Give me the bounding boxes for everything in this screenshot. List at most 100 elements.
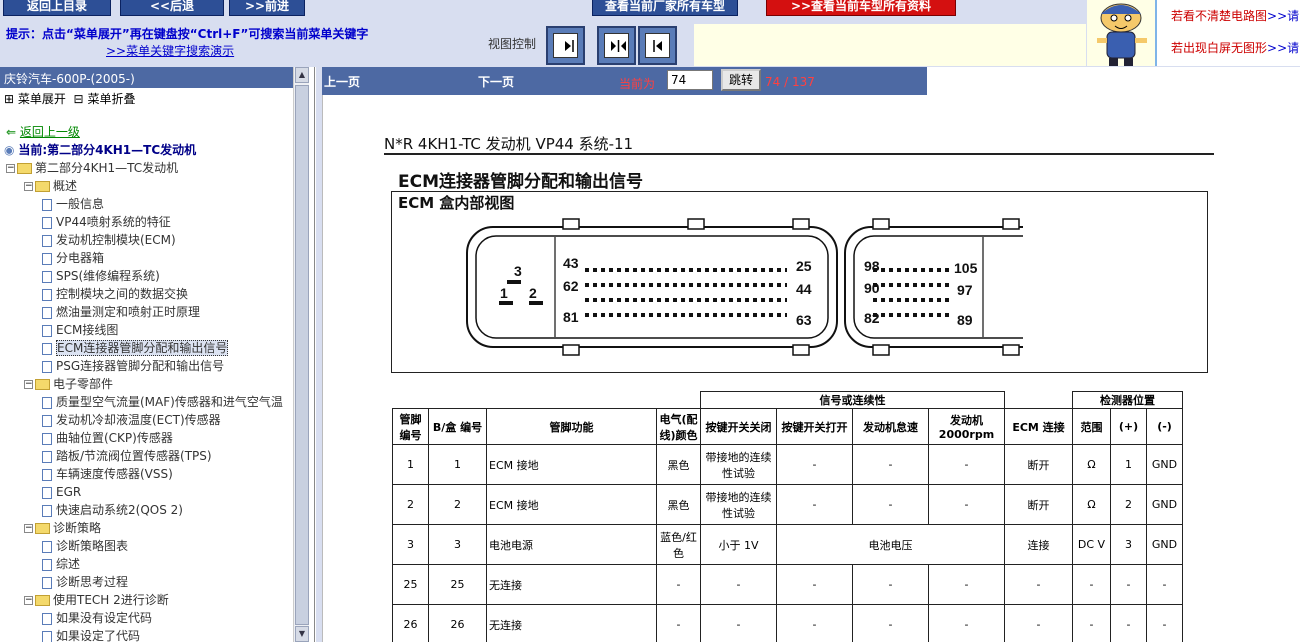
- table-cell: -: [700, 604, 777, 642]
- tree-item[interactable]: 分电器箱: [42, 249, 104, 267]
- menu-expand-button[interactable]: 菜单展开: [18, 92, 66, 106]
- page-count: 74 / 137: [765, 75, 815, 89]
- view-model-data-button[interactable]: >>查看当前车型所有资料: [766, 0, 956, 16]
- tree-item[interactable]: EGR: [42, 483, 81, 501]
- back-up-link[interactable]: ⇐ 返回上一级: [6, 123, 80, 141]
- tree-item[interactable]: 踏板/节流阀位置传感器(TPS): [42, 447, 212, 465]
- tree-item[interactable]: 诊断策略图表: [42, 537, 128, 555]
- tree-item[interactable]: 发动机冷却液温度(ECT)传感器: [42, 411, 221, 429]
- view-all-models-button[interactable]: 查看当前厂家所有车型: [592, 0, 738, 16]
- promo-link-1[interactable]: >>请: [1267, 9, 1299, 23]
- collapse-toggle-icon[interactable]: −: [24, 380, 33, 389]
- menu-collapse-button[interactable]: 菜单折叠: [87, 92, 135, 106]
- page-number-input[interactable]: 74: [667, 70, 713, 90]
- tree-item[interactable]: SPS(维修编程系统): [42, 267, 160, 285]
- tree-item[interactable]: 控制模块之间的数据交换: [42, 285, 188, 303]
- tree-item-label[interactable]: 控制模块之间的数据交换: [56, 287, 188, 301]
- tree-item-label[interactable]: 诊断策略图表: [56, 539, 128, 553]
- sidebar-scrollbar[interactable]: ▲ ▼: [293, 67, 309, 642]
- view-expand-left-button[interactable]: [638, 26, 677, 65]
- tree-item-label[interactable]: EGR: [56, 485, 81, 499]
- tree-item-label[interactable]: 第二部分4KH1—TC发动机: [35, 161, 178, 175]
- collapse-toggle-icon[interactable]: −: [6, 164, 15, 173]
- tree-item-label[interactable]: 概述: [53, 179, 77, 193]
- tree-folder[interactable]: − 使用TECH 2进行诊断: [24, 591, 169, 609]
- pin-label-90: 90: [864, 280, 880, 296]
- tree-item-label[interactable]: 一般信息: [56, 197, 104, 211]
- page-icon: [42, 468, 52, 481]
- forward-button[interactable]: >>前进: [229, 0, 305, 16]
- tree-item[interactable]: 诊断思考过程: [42, 573, 128, 591]
- table-cell: ECM 接地: [486, 484, 657, 525]
- search-demo-link[interactable]: >>菜单关键字搜索演示: [106, 42, 234, 59]
- tree-item-label[interactable]: VP44喷射系统的特征: [56, 215, 171, 229]
- tree-item-label[interactable]: 快速启动系统2(QOS 2): [56, 503, 183, 517]
- tree-item[interactable]: 综述: [42, 555, 80, 573]
- tree-item-label[interactable]: 使用TECH 2进行诊断: [53, 593, 169, 607]
- table-cell: -: [928, 484, 1005, 525]
- table-cell: 1: [428, 444, 487, 485]
- tree-item-label[interactable]: 曲轴位置(CKP)传感器: [56, 431, 173, 445]
- table-cell: -: [852, 444, 929, 485]
- tree-item-label[interactable]: PSG连接器管脚分配和输出信号: [56, 359, 224, 373]
- tree-item[interactable]: 快速启动系统2(QOS 2): [42, 501, 183, 519]
- tree-item[interactable]: 曲轴位置(CKP)传感器: [42, 429, 173, 447]
- back-up-label[interactable]: 返回上一级: [20, 125, 80, 139]
- table-cell: GND: [1146, 524, 1183, 565]
- tree-item-label[interactable]: 如果没有设定代码: [56, 611, 152, 625]
- tree-item-label[interactable]: 踏板/节流阀位置传感器(TPS): [56, 449, 212, 463]
- hint-text: 提示：点击“菜单展开”再在键盘按“Ctrl+F”可搜索当前菜单关键字: [6, 27, 369, 41]
- collapse-toggle-icon[interactable]: −: [24, 182, 33, 191]
- scroll-thumb[interactable]: [295, 85, 309, 625]
- tree-item-label[interactable]: 电子零部件: [53, 377, 113, 391]
- tree-item-label[interactable]: ECM接线图: [56, 323, 118, 337]
- tree-item-label[interactable]: ECM连接器管脚分配和输出信号: [56, 340, 229, 356]
- view-expand-right-button[interactable]: [546, 26, 585, 65]
- tree-item-label[interactable]: 发动机控制模块(ECM): [56, 233, 176, 247]
- tree-item[interactable]: 如果没有设定代码: [42, 609, 152, 627]
- tree-item[interactable]: 如果设定了代码: [42, 627, 140, 642]
- home-button[interactable]: 返回上目录: [3, 0, 111, 16]
- promo-link-2[interactable]: >>请: [1267, 41, 1299, 55]
- tree-item-label[interactable]: 如果设定了代码: [56, 629, 140, 642]
- tree-item-label[interactable]: 诊断思考过程: [56, 575, 128, 589]
- tree-folder[interactable]: − 概述: [24, 177, 77, 195]
- collapse-toggle-icon[interactable]: −: [24, 596, 33, 605]
- tree-item-label[interactable]: 综述: [56, 557, 80, 571]
- tree-item[interactable]: 质量型空气流量(MAF)传感器和进气空气温: [42, 393, 283, 411]
- view-split-button[interactable]: [597, 26, 636, 65]
- tree-folder[interactable]: − 第二部分4KH1—TC发动机: [6, 159, 178, 177]
- menu-collapse-icon: ⊟: [73, 92, 84, 106]
- page-icon: [42, 360, 52, 373]
- tree-item[interactable]: 一般信息: [42, 195, 104, 213]
- tree-item[interactable]: PSG连接器管脚分配和输出信号: [42, 357, 224, 375]
- tree-folder[interactable]: − 诊断策略: [24, 519, 101, 537]
- tree-item[interactable]: 燃油量测定和喷射正时原理: [42, 303, 200, 321]
- scroll-up-icon[interactable]: ▲: [295, 67, 309, 83]
- tree-item-label[interactable]: SPS(维修编程系统): [56, 269, 160, 283]
- table-cell: GND: [1146, 444, 1183, 485]
- notice-area: [694, 24, 1086, 66]
- tree-item-label[interactable]: 质量型空气流量(MAF)传感器和进气空气温: [56, 395, 283, 409]
- go-button[interactable]: 跳转: [721, 69, 761, 91]
- pin-label-2: 2: [529, 285, 537, 301]
- tree-item-label[interactable]: 分电器箱: [56, 251, 104, 265]
- tree-item-label[interactable]: 诊断策略: [53, 521, 101, 535]
- tree-item-label[interactable]: 发动机冷却液温度(ECT)传感器: [56, 413, 221, 427]
- scroll-down-icon[interactable]: ▼: [295, 626, 309, 642]
- table-cell: 蓝色/红色: [656, 524, 701, 565]
- tree-item[interactable]: ECM接线图: [42, 321, 118, 339]
- prev-page-link[interactable]: 上一页: [324, 73, 360, 90]
- tree-item[interactable]: ECM连接器管脚分配和输出信号: [42, 339, 229, 357]
- tree-item[interactable]: 发动机控制模块(ECM): [42, 231, 176, 249]
- tree-folder[interactable]: − 电子零部件: [24, 375, 113, 393]
- collapse-toggle-icon[interactable]: −: [24, 524, 33, 533]
- table-row: 1 1 ECM 接地 黑色 带接地的连续性试验 - - - 断开 Ω 1 GND: [392, 444, 1183, 485]
- tree-item-label[interactable]: 车辆速度传感器(VSS): [56, 467, 173, 481]
- next-page-link[interactable]: 下一页: [478, 73, 514, 90]
- tree-item[interactable]: 车辆速度传感器(VSS): [42, 465, 173, 483]
- tree-item[interactable]: VP44喷射系统的特征: [42, 213, 171, 231]
- tree-item-label[interactable]: 燃油量测定和喷射正时原理: [56, 305, 200, 319]
- back-button[interactable]: <<后退: [120, 0, 224, 16]
- pin-label-98: 98: [864, 258, 880, 274]
